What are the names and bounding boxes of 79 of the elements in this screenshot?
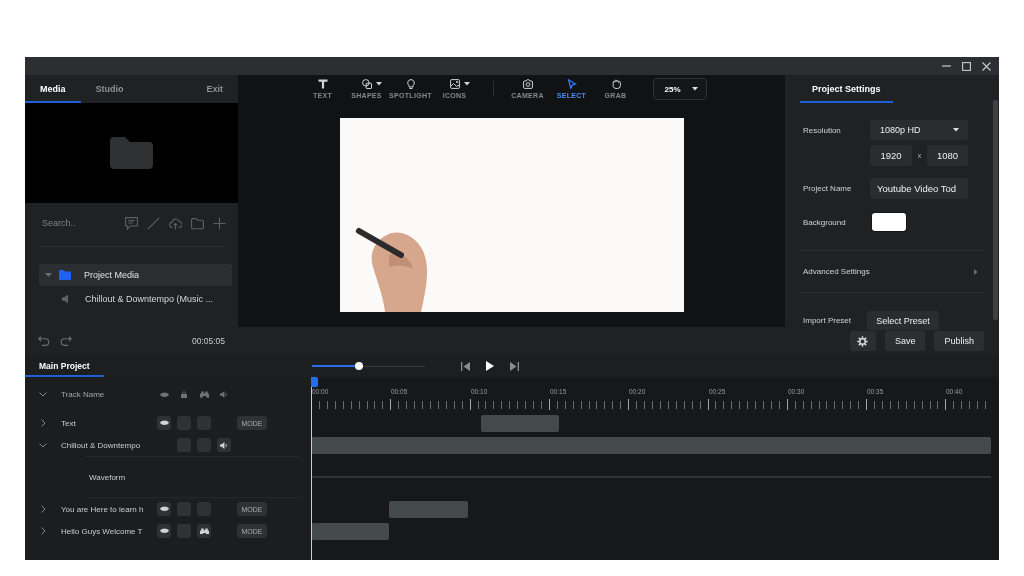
panel-tab[interactable]: Project Settings bbox=[800, 75, 893, 103]
hand-icon bbox=[610, 79, 621, 89]
tree-item[interactable]: Chillout & Downtempo (Music ... bbox=[39, 286, 232, 312]
cloud-upload-icon[interactable] bbox=[169, 216, 182, 230]
eye-icon bbox=[159, 506, 169, 512]
width-field[interactable]: 1920 bbox=[870, 145, 912, 166]
track-name: You are Here to learn h bbox=[61, 504, 145, 514]
image-icon bbox=[449, 79, 460, 89]
folder-icon[interactable] bbox=[191, 216, 204, 230]
zoom-dropdown[interactable]: 25% bbox=[652, 78, 707, 100]
resolution-dropdown[interactable]: 1080p HD bbox=[870, 120, 968, 140]
track-name: Text bbox=[61, 418, 77, 428]
caret-down-icon[interactable] bbox=[45, 273, 52, 277]
chevron-down-icon[interactable] bbox=[39, 442, 47, 448]
field-label: Resolution bbox=[803, 125, 842, 135]
field-label: Project Name bbox=[803, 184, 853, 193]
field-label: Import Preset bbox=[803, 316, 852, 325]
chevron-right-icon[interactable] bbox=[40, 419, 46, 427]
skip-forward-icon[interactable] bbox=[510, 361, 519, 371]
eye-icon[interactable] bbox=[159, 391, 169, 398]
undo-icon[interactable] bbox=[38, 336, 50, 346]
eye-icon bbox=[159, 528, 169, 534]
chevron-down-icon[interactable] bbox=[39, 392, 47, 397]
caret-down-icon bbox=[953, 128, 959, 132]
tree-item[interactable]: Project Media bbox=[39, 264, 232, 286]
slider-thumb[interactable] bbox=[355, 362, 364, 370]
shapes-icon bbox=[361, 79, 372, 89]
folder-icon bbox=[59, 270, 71, 280]
timeline-clip[interactable] bbox=[311, 523, 389, 540]
timeline-clip[interactable] bbox=[481, 415, 559, 432]
panel-tab[interactable]: Studio bbox=[80, 75, 139, 103]
track-name: Chillout & Downtempo bbox=[61, 440, 142, 450]
plus-icon[interactable] bbox=[213, 216, 226, 230]
publish-button[interactable]: Publish bbox=[934, 331, 984, 351]
camera-icon bbox=[522, 79, 533, 89]
redo-icon[interactable] bbox=[60, 336, 72, 346]
settings-button[interactable] bbox=[849, 331, 876, 351]
audio-toggle[interactable] bbox=[217, 438, 231, 452]
eye-icon bbox=[159, 420, 169, 426]
visibility-toggle[interactable] bbox=[157, 502, 171, 516]
visibility-toggle[interactable] bbox=[157, 416, 171, 430]
scrollbar[interactable] bbox=[993, 100, 998, 320]
project-name-field[interactable]: Youtube Video Tod bbox=[870, 178, 968, 199]
chevron-right-icon[interactable] bbox=[40, 505, 46, 513]
pen-icon[interactable] bbox=[147, 216, 160, 230]
speaker-icon[interactable] bbox=[220, 391, 228, 398]
column-header: Track Name bbox=[61, 390, 106, 399]
play-icon[interactable] bbox=[486, 361, 494, 371]
track-name: Waveform bbox=[89, 472, 126, 482]
advanced-settings-row[interactable]: Advanced Settings bbox=[803, 251, 999, 292]
comment-icon[interactable] bbox=[125, 216, 138, 230]
speaker-icon bbox=[220, 441, 228, 449]
time-ruler[interactable] bbox=[319, 398, 986, 411]
visibility-toggle[interactable] bbox=[157, 524, 171, 538]
timeline-clip[interactable] bbox=[311, 437, 991, 454]
binoculars-icon[interactable] bbox=[199, 391, 209, 398]
maximize-icon[interactable] bbox=[962, 61, 971, 71]
height-field[interactable]: 1080 bbox=[927, 145, 968, 166]
track-name: Hello Guys Welcome T bbox=[61, 526, 144, 536]
field-label: Background bbox=[803, 217, 847, 227]
chevron-right-icon[interactable] bbox=[40, 527, 46, 535]
timeline-clip[interactable] bbox=[389, 501, 468, 518]
settings-icon bbox=[857, 335, 869, 347]
color-swatch-icon[interactable] bbox=[872, 213, 906, 231]
save-button[interactable]: Save bbox=[884, 331, 926, 351]
lock-icon[interactable] bbox=[181, 390, 187, 399]
close-icon[interactable] bbox=[982, 61, 991, 71]
caret-down-icon bbox=[691, 87, 698, 91]
binoculars-toggle[interactable] bbox=[197, 524, 211, 538]
select-preset-button[interactable]: Select Preset bbox=[867, 311, 939, 330]
cursor-icon bbox=[566, 79, 577, 89]
exit-link[interactable]: Exit bbox=[191, 75, 238, 103]
folder-icon bbox=[110, 137, 153, 169]
search-field[interactable]: Search.. bbox=[42, 215, 116, 231]
duration-label: 00:05:05 bbox=[191, 336, 225, 346]
skip-back-icon[interactable] bbox=[461, 361, 470, 371]
binoculars-icon bbox=[199, 527, 209, 535]
lightbulb-icon bbox=[405, 79, 416, 89]
text-icon bbox=[317, 79, 328, 89]
